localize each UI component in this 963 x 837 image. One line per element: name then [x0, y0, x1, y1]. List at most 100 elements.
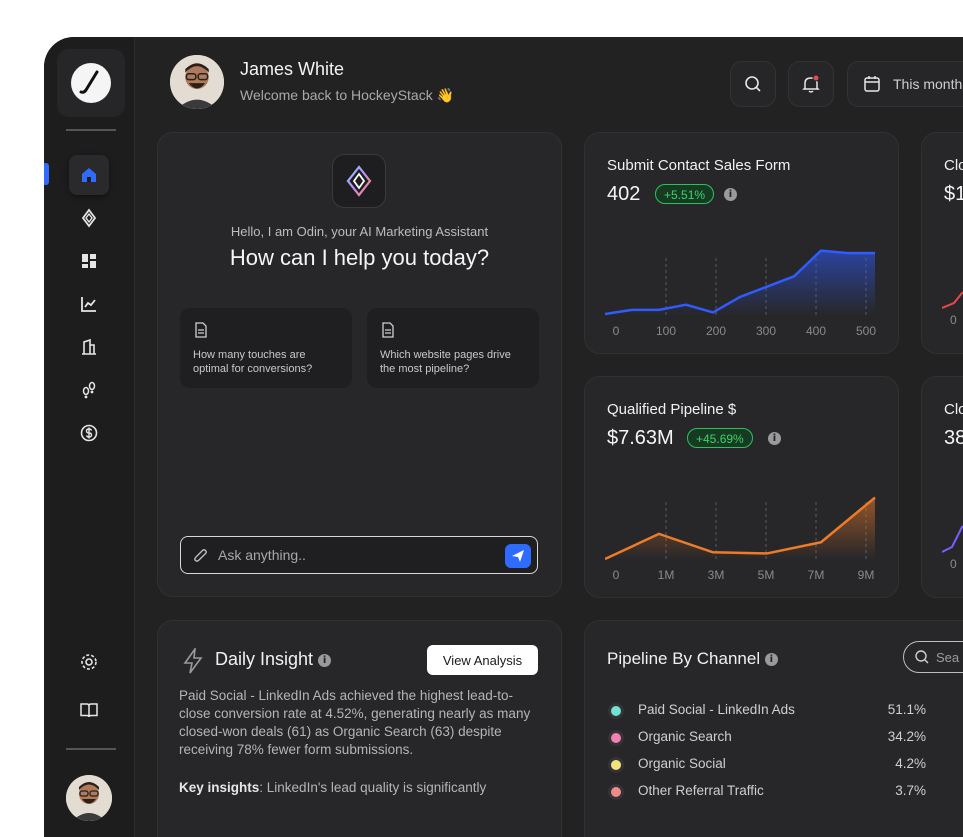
ask-input[interactable]: Ask anything.. [180, 536, 538, 574]
metric-chart-fragment [942, 525, 963, 553]
dashboard-icon [82, 254, 96, 268]
metric-title: Clo [944, 401, 963, 418]
view-analysis-button[interactable]: View Analysis [427, 645, 538, 675]
calendar-icon [864, 76, 880, 92]
metric-title: Qualified Pipeline $ [607, 401, 737, 418]
user-avatar[interactable] [170, 55, 224, 109]
odin-assistant-card: Hello, I am Odin, your AI Marketing Assi… [157, 132, 562, 597]
odin-logo [332, 154, 386, 208]
channel-percent: 4.2% [895, 756, 926, 771]
gear-icon [81, 654, 97, 670]
channel-dot [611, 733, 621, 743]
suggestion-card[interactable]: How many touches are optimal for convers… [180, 308, 352, 388]
send-icon [512, 550, 524, 562]
sidebar-item-docs[interactable] [69, 690, 109, 730]
x-tick-label: 300 [756, 324, 776, 338]
send-button[interactable] [505, 544, 531, 568]
lightning-icon [183, 648, 203, 674]
x-tick-label: 7M [808, 568, 825, 582]
insight-key-line: Key insights: LinkedIn's lead quality is… [179, 780, 487, 795]
x-tick-label: 100 [656, 324, 676, 338]
suggestion-card[interactable]: Which website pages drive the most pipel… [367, 308, 539, 388]
document-icon [382, 322, 394, 338]
suggestion-text: Which website pages drive the most pipel… [380, 349, 511, 375]
building-icon [82, 338, 96, 355]
bell-icon [802, 74, 820, 93]
paperclip-icon[interactable] [193, 547, 209, 565]
info-icon[interactable]: i [768, 432, 781, 445]
pipeline-by-channel-card: Pipeline By Channel i Sea Paid Social - … [584, 620, 963, 837]
channel-search-input[interactable]: Sea [903, 641, 963, 673]
metric-chart: 0 1M 3M 5M 7M 9M [605, 496, 876, 582]
sidebar-item-settings[interactable] [69, 642, 109, 682]
sidebar-item-dashboards[interactable] [69, 241, 109, 281]
info-icon[interactable]: i [724, 188, 737, 201]
sidebar-divider-bottom [66, 748, 116, 750]
channel-name: Organic Social [638, 756, 726, 771]
channel-name: Paid Social - LinkedIn Ads [638, 702, 795, 717]
metric-value: 402 [607, 183, 641, 205]
metric-card-partial[interactable]: Clo 38 0 [921, 376, 963, 598]
channel-name: Other Referral Traffic [638, 783, 764, 798]
x-tick-label: 200 [706, 324, 726, 338]
sidebar-item-reports[interactable] [69, 284, 109, 324]
metric-chart: 0 100 200 300 400 500 [605, 249, 876, 338]
search-button[interactable] [730, 61, 776, 107]
metric-value: $1 [944, 183, 963, 205]
x-tick-label: 1M [658, 568, 675, 582]
welcome-message: Welcome back to HockeyStack 👋 [240, 87, 455, 103]
axis-tick: 0 [950, 557, 957, 571]
line-chart-icon [81, 297, 96, 312]
x-tick-label: 3M [708, 568, 725, 582]
sidebar-item-home[interactable] [69, 155, 109, 195]
suggestion-text: How many touches are optimal for convers… [193, 349, 313, 375]
logo-container[interactable] [57, 49, 125, 117]
channel-title: Pipeline By Channel i [607, 649, 778, 669]
channel-dot [611, 706, 621, 716]
sidebar-item-revenue[interactable] [69, 413, 109, 453]
book-icon [80, 703, 98, 718]
date-range-button[interactable]: This month [847, 61, 963, 107]
daily-insight-card: Daily Insight i View Analysis Paid Socia… [157, 620, 562, 837]
x-tick-label: 400 [806, 324, 826, 338]
odin-diamond-icon [346, 165, 372, 197]
channel-row[interactable]: Other Referral Traffic 3.7% [611, 782, 926, 802]
ask-placeholder: Ask anything.. [218, 547, 306, 563]
channel-percent: 34.2% [887, 729, 926, 744]
axis-tick: 0 [950, 313, 957, 327]
channel-row[interactable]: Organic Social 4.2% [611, 755, 926, 775]
channel-percent: 51.1% [887, 702, 926, 717]
channel-row[interactable]: Organic Search 34.2% [611, 728, 926, 748]
search-icon [915, 650, 929, 664]
channel-row[interactable]: Paid Social - LinkedIn Ads 51.1% [611, 701, 926, 721]
footsteps-icon [82, 381, 96, 399]
channel-search-placeholder: Sea [936, 650, 960, 665]
sidebar-item-accounts[interactable] [69, 327, 109, 367]
x-tick-label: 5M [758, 568, 775, 582]
insight-body: Paid Social - LinkedIn Ads achieved the … [179, 688, 531, 757]
metric-card-qualified-pipeline[interactable]: Qualified Pipeline $ $7.63M +45.69% i 0 1… [584, 376, 899, 598]
metric-value: $7.63M [607, 427, 674, 449]
x-tick-label: 9M [858, 568, 875, 582]
dollar-circle-icon [80, 424, 98, 442]
sidebar-avatar[interactable] [66, 775, 112, 821]
x-tick-label: 500 [856, 324, 876, 338]
channel-percent: 3.7% [895, 783, 926, 798]
odin-greeting: Hello, I am Odin, your AI Marketing Assi… [230, 224, 489, 239]
user-name: James White [240, 59, 345, 79]
info-icon[interactable]: i [764, 653, 778, 666]
metric-card-partial[interactable]: Clo $1 0 [921, 132, 963, 354]
date-range-label: This month [893, 76, 963, 92]
info-icon[interactable]: i [318, 654, 332, 667]
search-icon [745, 76, 761, 92]
notifications-button[interactable] [788, 61, 834, 107]
document-icon [195, 322, 207, 338]
sidebar-item-journeys[interactable] [69, 370, 109, 410]
metric-title: Submit Contact Sales Form [607, 157, 791, 174]
odin-question: How can I help you today? [229, 245, 490, 270]
sidebar-item-odin[interactable] [69, 198, 109, 238]
metric-card-contact-form[interactable]: Submit Contact Sales Form 402 +5.51% i 0… [584, 132, 899, 354]
metric-chart-fragment [942, 291, 963, 309]
channel-name: Organic Search [638, 729, 732, 744]
metric-title: Clo [944, 157, 963, 174]
